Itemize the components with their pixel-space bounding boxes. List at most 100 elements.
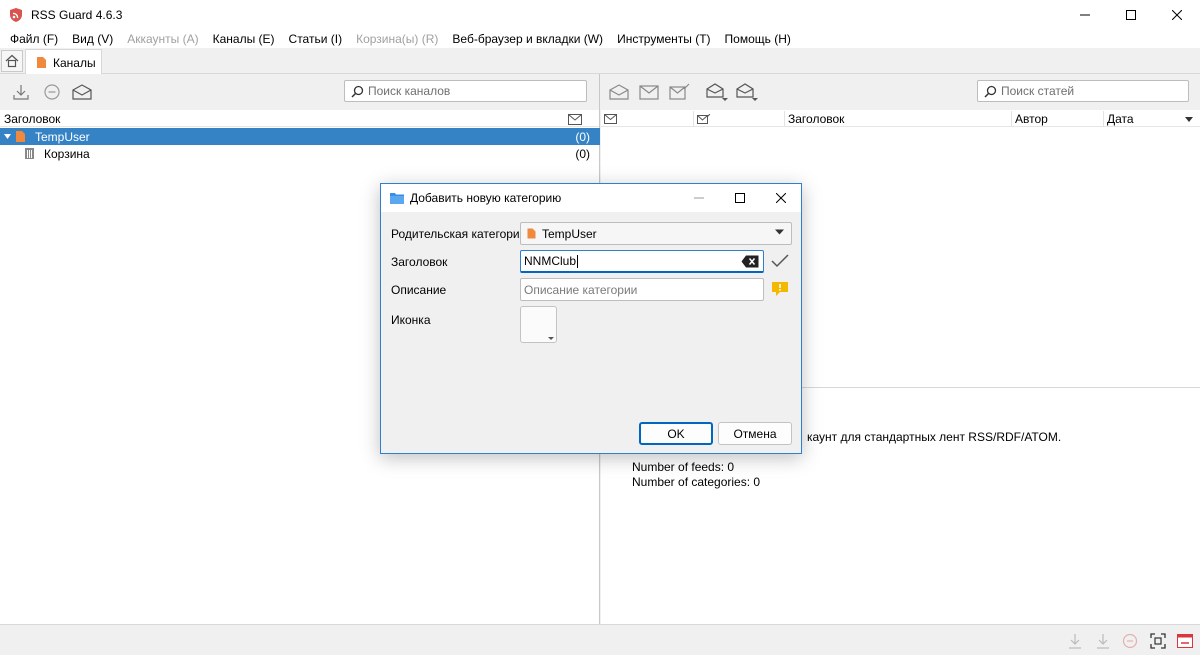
articles-search-input[interactable]: Поиск статей <box>977 80 1189 102</box>
menu-recycle-bins[interactable]: Корзина(ы) (R) <box>349 32 445 46</box>
menu-tools[interactable]: Инструменты (T) <box>610 32 717 46</box>
envelope-flag-icon <box>697 114 710 124</box>
dialog-minimize-button[interactable] <box>678 184 719 212</box>
tree-item-tempuser[interactable]: TempUser (0) <box>0 128 600 145</box>
header-title[interactable]: Заголовок <box>4 111 60 127</box>
articles-search-placeholder: Поиск статей <box>1001 84 1075 98</box>
dropdown-arrow-icon <box>548 337 554 340</box>
description-placeholder: Описание категории <box>524 282 638 297</box>
ok-button[interactable]: OK <box>639 422 713 445</box>
header-important[interactable] <box>693 111 710 127</box>
stop-circle-icon <box>1122 633 1138 649</box>
stop-update-button[interactable] <box>40 81 64 103</box>
icon-label: Иконка <box>391 313 431 327</box>
window-title: RSS Guard 4.6.3 <box>31 8 123 22</box>
status-stop-button[interactable] <box>1120 631 1140 651</box>
category-title-input[interactable]: NNMClub <box>520 250 764 273</box>
cancel-button[interactable]: Отмена <box>718 422 792 445</box>
dialog-title-bar: Добавить новую категорию <box>381 184 801 212</box>
preview-account-description: каунт для стандартных лент RSS/RDF/ATOM. <box>807 430 1062 444</box>
status-fullscreen-button[interactable] <box>1148 631 1168 651</box>
close-window-button[interactable] <box>1154 0 1200 30</box>
home-icon <box>5 54 19 68</box>
envelope-open-icon <box>609 84 629 100</box>
envelope-icon <box>639 85 659 100</box>
clear-input-icon[interactable] <box>741 255 759 268</box>
status-update-all-button[interactable] <box>1065 631 1085 651</box>
menu-feeds[interactable]: Каналы (E) <box>206 32 282 46</box>
dialog-close-button[interactable] <box>760 184 801 212</box>
menu-view[interactable]: Вид (V) <box>65 32 120 46</box>
expand-arrow-icon <box>4 134 11 139</box>
search-icon <box>984 85 997 98</box>
parent-category-label: Родительская категория <box>391 227 527 241</box>
quit-icon <box>1177 634 1193 648</box>
tree-item-recycle-bin[interactable]: Корзина (0) <box>0 145 600 162</box>
envelope-flag-icon <box>669 83 690 100</box>
envelope-icon <box>568 113 582 125</box>
menu-file[interactable]: Файл (F) <box>3 32 65 46</box>
open-article-button[interactable] <box>705 81 729 103</box>
parent-category-value: TempUser <box>542 226 597 241</box>
header-article-title[interactable]: Заголовок <box>784 111 844 127</box>
home-button[interactable] <box>1 50 23 72</box>
feeds-header-row: Заголовок <box>0 110 599 127</box>
tab-strip: Каналы <box>0 48 1200 75</box>
dialog-title: Добавить новую категорию <box>410 191 562 205</box>
trash-icon <box>25 148 34 159</box>
minimize-icon <box>1080 14 1090 16</box>
fullscreen-icon <box>1150 633 1166 649</box>
header-date[interactable]: Дата <box>1103 111 1134 127</box>
header-unread-count[interactable] <box>568 111 582 127</box>
menu-bar: Файл (F) Вид (V) Аккаунты (A) Каналы (E)… <box>0 30 1200 48</box>
switch-importance-button[interactable] <box>667 81 691 103</box>
download-icon <box>1069 634 1081 649</box>
update-feeds-button[interactable] <box>9 81 33 103</box>
menu-help[interactable]: Помощь (H) <box>718 32 798 46</box>
tab-feeds[interactable]: Каналы <box>25 49 102 75</box>
status-update-selected-button[interactable] <box>1093 631 1113 651</box>
menu-accounts[interactable]: Аккаунты (A) <box>120 32 205 46</box>
tree-item-count: (0) <box>575 146 590 161</box>
close-icon <box>775 193 786 203</box>
envelope-dropdown-icon <box>736 83 758 101</box>
category-title-value: NNMClub <box>524 254 577 268</box>
parent-category-select[interactable]: TempUser <box>520 222 792 245</box>
sort-arrow-icon <box>1185 111 1193 127</box>
feeds-search-input[interactable]: Поиск каналов <box>344 80 587 102</box>
description-warning-icon <box>770 279 790 299</box>
icon-select-button[interactable] <box>520 306 557 343</box>
header-author[interactable]: Автор <box>1011 111 1048 127</box>
account-folder-icon <box>527 228 536 239</box>
title-bar: RSS Guard 4.6.3 <box>0 0 1200 30</box>
feeds-toolbar: Поиск каналов <box>0 74 599 110</box>
rss-guard-logo-icon <box>10 8 22 22</box>
menu-articles[interactable]: Статьи (I) <box>282 32 350 46</box>
mark-selection-button[interactable] <box>735 81 759 103</box>
add-category-dialog: Добавить новую категорию Родительская ка… <box>380 183 802 454</box>
feeds-search-placeholder: Поиск каналов <box>368 84 451 98</box>
stop-circle-icon <box>44 84 60 100</box>
mark-unread-button[interactable] <box>637 81 661 103</box>
preview-feeds-count: Number of feeds: 0 <box>632 460 735 474</box>
folder-icon <box>390 193 404 204</box>
tab-feeds-label: Каналы <box>53 55 96 70</box>
mark-feeds-read-button[interactable] <box>70 81 94 103</box>
header-read-status[interactable] <box>604 111 617 127</box>
dialog-maximize-button[interactable] <box>719 184 760 212</box>
mark-read-button[interactable] <box>607 81 631 103</box>
account-folder-icon <box>16 131 25 142</box>
preview-categories-count: Number of categories: 0 <box>632 475 761 489</box>
download-icon <box>1097 634 1109 649</box>
maximize-button[interactable] <box>1108 0 1154 30</box>
envelope-icon <box>604 114 617 124</box>
menu-web-browser[interactable]: Веб-браузер и вкладки (W) <box>445 32 610 46</box>
chevron-down-icon <box>775 229 784 235</box>
messages-toolbar: Поиск статей <box>601 74 1200 110</box>
search-icon <box>351 85 364 98</box>
status-bar <box>0 624 1200 655</box>
minimize-button[interactable] <box>1062 0 1108 30</box>
category-description-input[interactable]: Описание категории <box>520 278 764 301</box>
tree-item-label: Корзина <box>44 146 90 161</box>
status-quit-button[interactable] <box>1175 631 1195 651</box>
